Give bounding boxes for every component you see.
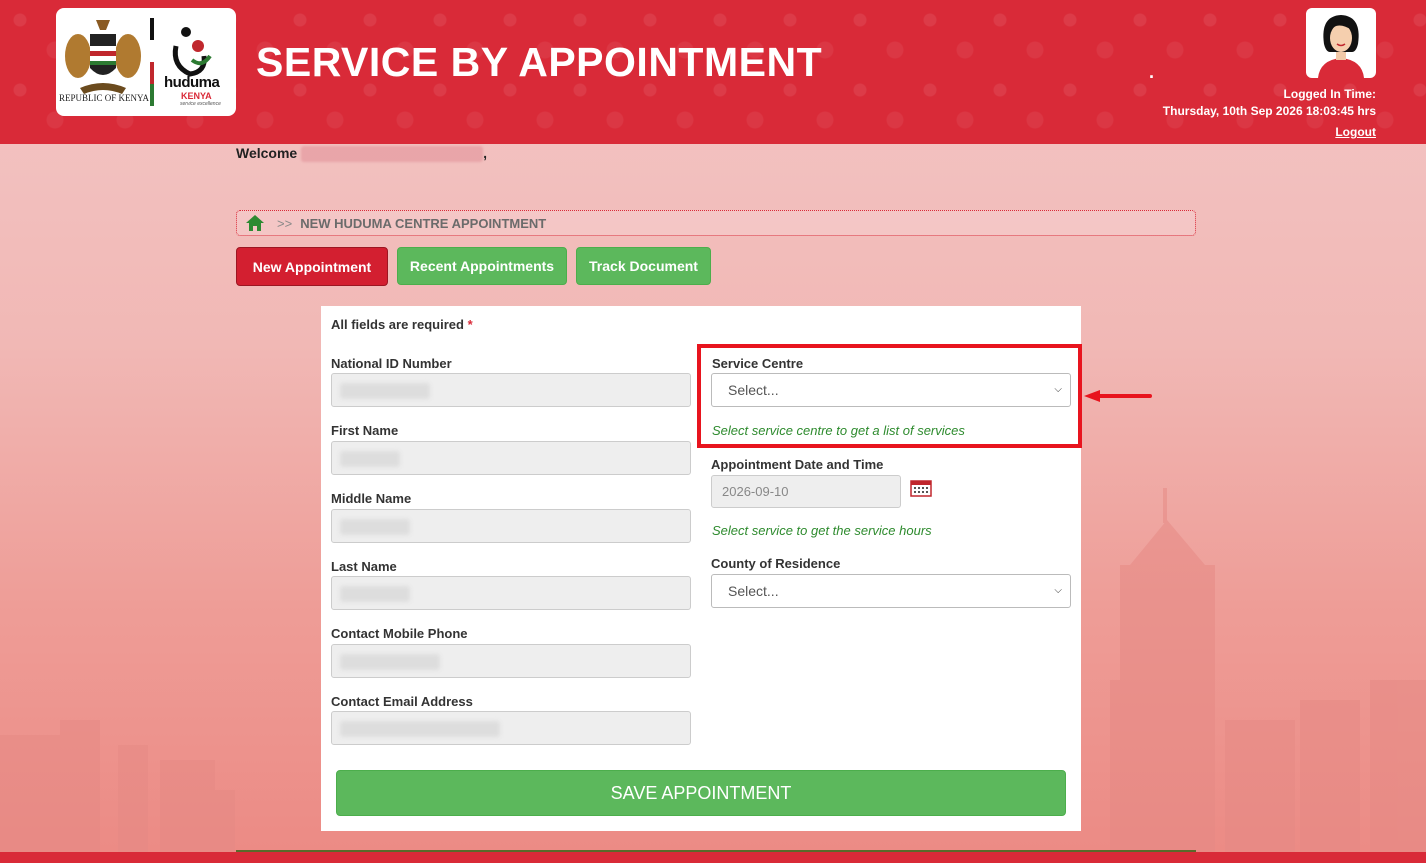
huduma-word: huduma (164, 74, 220, 91)
breadcrumb: >> NEW HUDUMA CENTRE APPOINTMENT (236, 210, 1196, 236)
chevron-down-icon: ⌵ (1054, 384, 1062, 395)
service-centre-hint: Select service centre to get a list of s… (712, 423, 965, 438)
welcome-suffix: , (483, 145, 487, 161)
redacted-username (301, 146, 484, 163)
middle-name-label: Middle Name (331, 491, 412, 506)
required-note: All fields are required * (331, 317, 473, 332)
national-id-label: National ID Number (331, 356, 452, 371)
huduma-slogan: service excellence (180, 101, 221, 107)
appointment-date-label: Appointment Date and Time (711, 457, 884, 472)
county-label: County of Residence (711, 556, 841, 571)
site-header: REPUBLIC OF KENYA huduma KENYA service e… (0, 0, 1426, 144)
appointment-form: All fields are required * National ID Nu… (321, 306, 1082, 831)
mobile-phone-field[interactable] (331, 644, 691, 678)
user-avatar-icon (1318, 15, 1364, 78)
email-label: Contact Email Address (331, 694, 473, 709)
welcome-message: Welcome , (236, 145, 487, 163)
footer-bar (0, 852, 1426, 863)
page-title: SERVICE BY APPOINTMENT (256, 39, 823, 85)
last-name-field[interactable] (331, 576, 691, 610)
chevron-down-icon: ⌵ (1054, 585, 1062, 596)
user-avatar[interactable] (1306, 8, 1376, 78)
logged-in-label: Logged In Time: (1283, 87, 1376, 101)
kenya-word: KENYA (181, 91, 212, 101)
service-centre-select[interactable]: Select... ⌵ (711, 373, 1071, 407)
tab-recent-appointments[interactable]: Recent Appointments (397, 247, 567, 285)
last-name-label: Last Name (331, 559, 397, 574)
middle-name-field[interactable] (331, 509, 691, 543)
email-field[interactable] (331, 711, 691, 745)
national-id-field[interactable] (331, 373, 691, 407)
home-icon[interactable] (245, 214, 265, 232)
logout-link[interactable]: Logout (1335, 125, 1376, 139)
welcome-prefix: Welcome (236, 145, 298, 161)
tab-track-document[interactable]: Track Document (576, 247, 711, 285)
appointment-date-field[interactable]: 2026-09-10 (711, 475, 901, 508)
required-star: * (467, 317, 473, 332)
save-appointment-button[interactable]: SAVE APPOINTMENT (336, 770, 1066, 816)
calendar-icon[interactable] (910, 479, 932, 497)
logged-in-time: Thursday, 10th Sep 2026 18:03:45 hrs (1162, 104, 1376, 118)
required-note-text: All fields are required (331, 317, 464, 332)
county-selected: Select... (728, 583, 779, 599)
mobile-phone-label: Contact Mobile Phone (331, 626, 468, 641)
service-centre-label: Service Centre (712, 356, 804, 371)
first-name-label: First Name (331, 423, 399, 438)
republic-of-kenya-text: REPUBLIC OF KENYA (59, 93, 150, 103)
header-dot: . (1149, 62, 1155, 82)
breadcrumb-current: NEW HUDUMA CENTRE APPOINTMENT (300, 215, 547, 231)
county-select[interactable]: Select... ⌵ (711, 574, 1071, 608)
service-centre-selected: Select... (728, 382, 779, 398)
arrow-pointer-icon (1084, 390, 1152, 402)
appointment-hint: Select service to get the service hours (712, 523, 932, 538)
breadcrumb-separator: >> (277, 215, 293, 231)
first-name-field[interactable] (331, 441, 691, 475)
logo-container: REPUBLIC OF KENYA huduma KENYA service e… (56, 8, 236, 116)
tab-new-appointment[interactable]: New Appointment (236, 247, 388, 286)
flag-divider (150, 18, 154, 106)
